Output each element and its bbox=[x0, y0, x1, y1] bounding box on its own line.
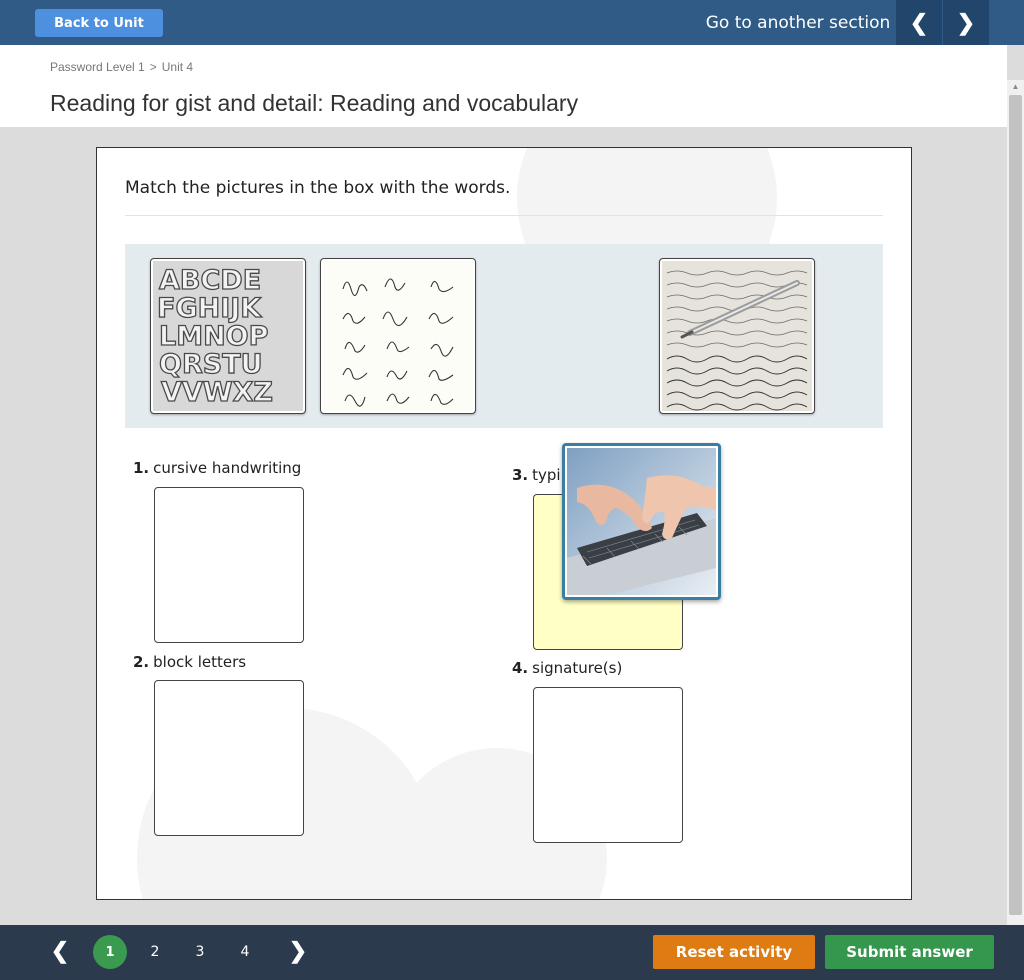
question-text: typi bbox=[532, 466, 561, 484]
activity-panel: Match the pictures in the box with the w… bbox=[96, 147, 912, 900]
typing-image bbox=[567, 448, 716, 595]
question-number: 1. bbox=[133, 459, 150, 477]
block-letters-row: QRSTU bbox=[159, 349, 263, 380]
breadcrumb-level[interactable]: Password Level 1 bbox=[50, 60, 145, 74]
cursive-handwriting-picture[interactable] bbox=[659, 258, 815, 414]
typing-picture-dragging[interactable] bbox=[562, 443, 721, 600]
submit-answer-button[interactable]: Submit answer bbox=[825, 935, 994, 969]
question-number: 3. bbox=[512, 466, 529, 484]
go-to-another-section-button[interactable]: Go to another section bbox=[700, 0, 896, 45]
chevron-right-icon: ❯ bbox=[956, 9, 976, 35]
block-letters-row: VVWXZ bbox=[161, 377, 273, 408]
question-3-label: 3. typi bbox=[512, 466, 561, 484]
divider bbox=[125, 215, 883, 216]
question-text: cursive handwriting bbox=[153, 459, 302, 477]
chevron-right-icon: ❯ bbox=[288, 938, 308, 963]
reset-activity-button[interactable]: Reset activity bbox=[653, 935, 815, 969]
scroll-up-arrow-icon[interactable]: ▲ bbox=[1007, 80, 1024, 94]
question-number: 4. bbox=[512, 659, 529, 677]
drop-zone-4[interactable] bbox=[533, 687, 683, 843]
chevron-left-icon: ❮ bbox=[909, 9, 929, 35]
block-letters-image: ABCDE FGHIJK LMNOP QRSTU VVWXZ bbox=[153, 261, 303, 411]
question-text: block letters bbox=[153, 653, 247, 671]
activity-instruction: Match the pictures in the box with the w… bbox=[125, 178, 511, 198]
previous-page-button[interactable]: ❮ bbox=[50, 938, 70, 964]
page-header: Password Level 1 > Unit 4 Reading for gi… bbox=[0, 45, 1007, 127]
back-to-unit-button[interactable]: Back to Unit bbox=[35, 9, 163, 37]
top-bar: Back to Unit Go to another section ❮ ❯ bbox=[0, 0, 1024, 45]
question-text: signature(s) bbox=[532, 659, 623, 677]
block-letters-row: LMNOP bbox=[159, 321, 268, 352]
question-2-label: 2. block letters bbox=[133, 653, 246, 671]
chevron-left-icon: ❮ bbox=[50, 938, 70, 963]
page-3-button[interactable]: 3 bbox=[183, 935, 217, 969]
vertical-scrollbar[interactable]: ▲ bbox=[1007, 80, 1024, 925]
page-2-button[interactable]: 2 bbox=[138, 935, 172, 969]
signatures-image bbox=[323, 261, 473, 411]
breadcrumb-separator: > bbox=[149, 60, 157, 74]
block-letters-row: FGHIJK bbox=[157, 293, 262, 324]
cursive-handwriting-image bbox=[662, 261, 812, 411]
picture-box: ABCDE FGHIJK LMNOP QRSTU VVWXZ bbox=[125, 244, 883, 428]
drop-zone-2[interactable] bbox=[154, 680, 304, 836]
scroll-thumb[interactable] bbox=[1009, 95, 1022, 915]
question-1-label: 1. cursive handwriting bbox=[133, 459, 301, 477]
page-4-button[interactable]: 4 bbox=[228, 935, 262, 969]
breadcrumb: Password Level 1 > Unit 4 bbox=[50, 60, 193, 74]
bottom-bar: ❮ 1 2 3 4 ❯ Reset activity Submit answer bbox=[0, 925, 1024, 980]
next-page-button[interactable]: ❯ bbox=[288, 938, 308, 964]
next-section-button[interactable]: ❯ bbox=[943, 0, 989, 45]
breadcrumb-unit[interactable]: Unit 4 bbox=[162, 60, 193, 74]
page-title: Reading for gist and detail: Reading and… bbox=[50, 90, 579, 116]
signatures-picture[interactable] bbox=[320, 258, 476, 414]
block-letters-picture[interactable]: ABCDE FGHIJK LMNOP QRSTU VVWXZ bbox=[150, 258, 306, 414]
block-letters-row: ABCDE bbox=[159, 265, 261, 296]
question-4-label: 4. signature(s) bbox=[512, 659, 622, 677]
question-number: 2. bbox=[133, 653, 150, 671]
page-1-button[interactable]: 1 bbox=[93, 935, 127, 969]
drop-zone-1[interactable] bbox=[154, 487, 304, 643]
previous-section-button[interactable]: ❮ bbox=[896, 0, 942, 45]
